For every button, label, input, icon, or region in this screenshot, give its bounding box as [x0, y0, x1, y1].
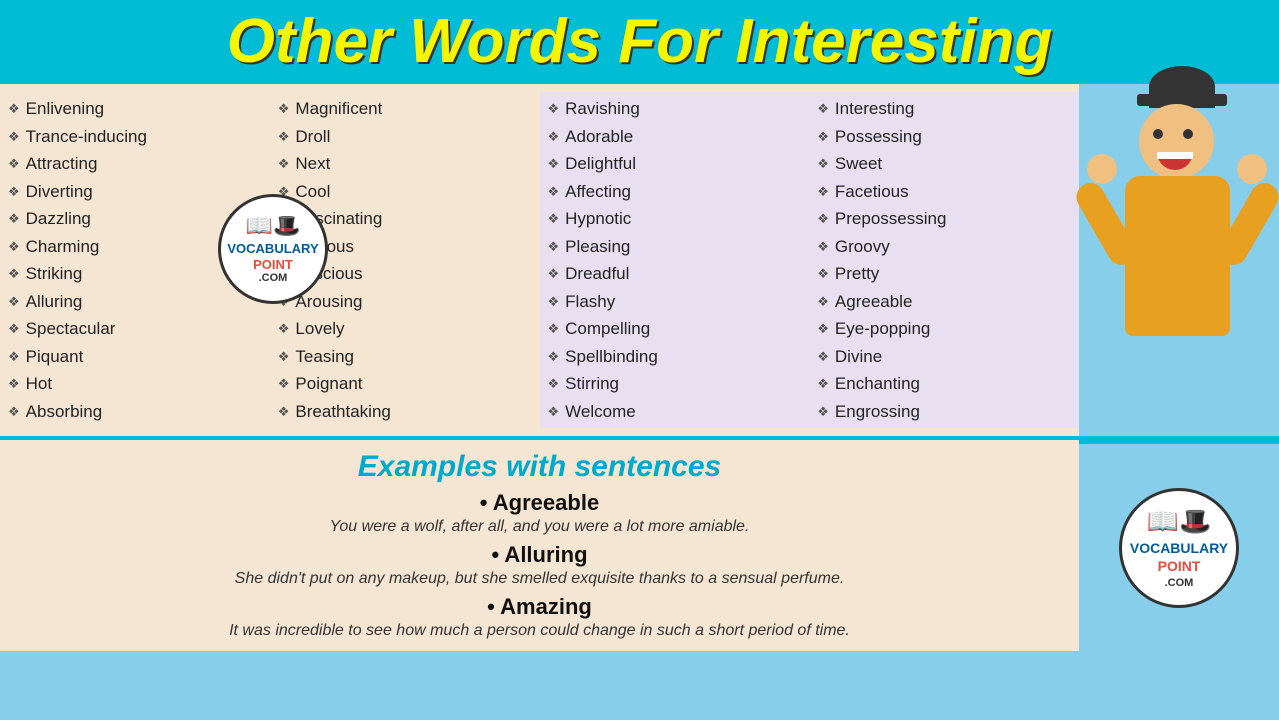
word-item: Next [278, 151, 532, 177]
bottom-point: POINT [1158, 557, 1201, 575]
word-item: Delightful [548, 151, 802, 177]
word-item: Divine [817, 344, 1071, 370]
word-item: Prepossessing [817, 206, 1071, 232]
example-word: • Agreeable [30, 490, 1049, 516]
example-word: • Amazing [30, 594, 1049, 620]
bottom-section: Examples with sentences • Agreeable You w… [0, 436, 1279, 651]
word-item: Alluring [8, 289, 262, 315]
logo-circle: 📖🎩 VOCABULARY POINT .COM [218, 194, 328, 304]
word-item: Diverting [8, 179, 262, 205]
word-item: Affecting [548, 179, 802, 205]
examples-heading: Examples with sentences [30, 450, 1049, 484]
right-eye [1183, 129, 1193, 139]
person-body [1125, 176, 1230, 336]
word-item: Hot [8, 371, 262, 397]
logo-icon: 📖🎩 [246, 213, 301, 239]
logo-point: POINT [253, 257, 293, 273]
page-title: Other Words For Interesting [0, 8, 1279, 76]
person-figure [1087, 94, 1272, 414]
examples-area: Examples with sentences • Agreeable You w… [0, 440, 1079, 651]
example-word: • Alluring [30, 542, 1049, 568]
bottom-vocab: VOCABULARY [1130, 539, 1228, 557]
bottom-com: .COM [1165, 576, 1194, 590]
word-item: Pretty [817, 261, 1071, 287]
word-item: Trance-inducing [8, 124, 262, 150]
example-sentence: She didn't put on any makeup, but she sm… [30, 570, 1049, 588]
logo-com: .COM [259, 272, 288, 285]
word-item: Facetious [817, 179, 1071, 205]
word-item: Magnificent [278, 96, 532, 122]
word-item: Agreeable [817, 289, 1071, 315]
word-item: Engrossing [817, 399, 1071, 425]
word-item: Breathtaking [278, 399, 532, 425]
word-item: Hypnotic [548, 206, 802, 232]
example-sentence: You were a wolf, after all, and you were… [30, 518, 1049, 536]
page-header: Other Words For Interesting [0, 0, 1279, 84]
word-item: Ravishing [548, 96, 802, 122]
word-item: Groovy [817, 234, 1071, 260]
word-item: Interesting [817, 96, 1071, 122]
word-column-4: InterestingPossessingSweetFacetiousPrepo… [809, 92, 1079, 428]
word-item: Welcome [548, 399, 802, 425]
example-sentence: It was incredible to see how much a pers… [30, 622, 1049, 640]
hat-top [1149, 66, 1215, 108]
word-section: EnliveningTrance-inducingAttractingDiver… [0, 84, 1079, 436]
examples-list: • Agreeable You were a wolf, after all, a… [30, 490, 1049, 640]
word-item: Possessing [817, 124, 1071, 150]
word-item: Enlivening [8, 96, 262, 122]
word-item: Enchanting [817, 371, 1071, 397]
word-item: Piquant [8, 344, 262, 370]
bottom-logo-area: 📖🎩 VOCABULARY POINT .COM [1079, 440, 1279, 651]
word-item: Attracting [8, 151, 262, 177]
left-eye [1153, 129, 1163, 139]
person-area [1079, 84, 1279, 436]
word-item: Sweet [817, 151, 1071, 177]
right-hand [1237, 154, 1267, 184]
word-item: Adorable [548, 124, 802, 150]
word-item: Lovely [278, 316, 532, 342]
word-item: Eye-popping [817, 316, 1071, 342]
word-item: Spellbinding [548, 344, 802, 370]
word-item: Stirring [548, 371, 802, 397]
person-head [1139, 104, 1214, 179]
word-column-3: RavishingAdorableDelightfulAffectingHypn… [540, 92, 810, 428]
word-item: Flashy [548, 289, 802, 315]
word-item: Pleasing [548, 234, 802, 260]
word-item: Poignant [278, 371, 532, 397]
main-content: EnliveningTrance-inducingAttractingDiver… [0, 84, 1279, 436]
word-item: Teasing [278, 344, 532, 370]
teeth [1157, 152, 1193, 159]
word-item: Cool [278, 179, 532, 205]
word-item: Arousing [278, 289, 532, 315]
word-item: Spectacular [8, 316, 262, 342]
word-item: Absorbing [8, 399, 262, 425]
word-item: Dreadful [548, 261, 802, 287]
bottom-logo-icon: 📖🎩 [1147, 505, 1212, 539]
word-item: Compelling [548, 316, 802, 342]
logo-vocab: VOCABULARY [227, 241, 318, 257]
left-hand [1087, 154, 1117, 184]
bottom-logo-circle: 📖🎩 VOCABULARY POINT .COM [1119, 488, 1239, 608]
word-item: Droll [278, 124, 532, 150]
